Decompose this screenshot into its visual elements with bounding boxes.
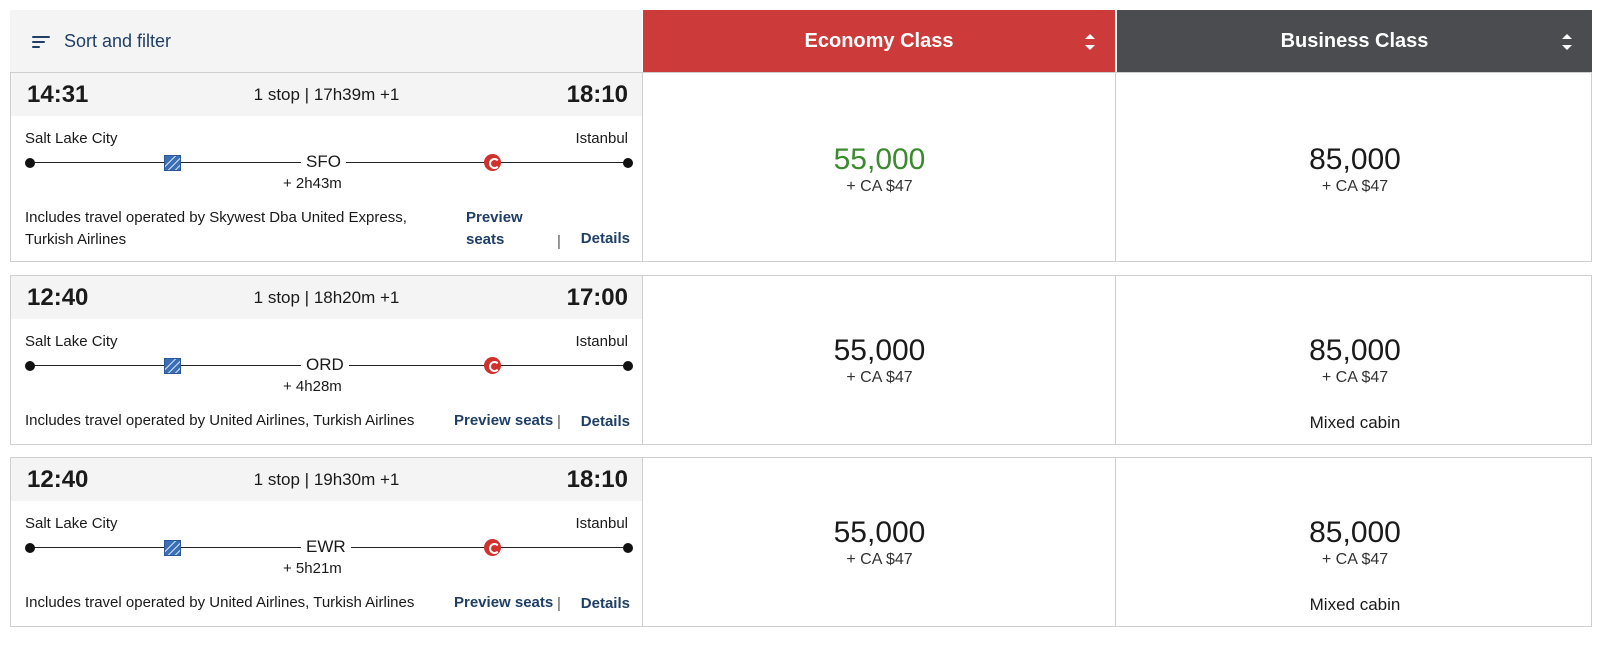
economy-price-cell[interactable]: 55,000 + CA $47: [644, 276, 1116, 444]
layover-duration: + 4h28m: [283, 378, 342, 395]
economy-miles: 55,000: [833, 516, 926, 549]
layover-duration: + 5h21m: [283, 560, 342, 577]
details-link[interactable]: Details: [581, 230, 630, 247]
flight-summary: 1 stop | 17h39m +1: [253, 85, 400, 104]
economy-class-column-header[interactable]: Economy Class: [643, 10, 1115, 73]
origin-city: Salt Lake City: [25, 333, 118, 350]
flight-time-bar: 1 stop | 18h20m +1 12:40 17:00: [11, 276, 642, 319]
flight-info: 1 stop | 19h30m +1 12:40 18:10 Salt Lake…: [11, 458, 643, 626]
sort-and-filter-button[interactable]: Sort and filter: [10, 10, 642, 73]
link-separator: |: [557, 233, 561, 250]
economy-tax: + CA $47: [846, 369, 913, 386]
flight-info: 1 stop | 18h20m +1 12:40 17:00 Salt Lake…: [11, 276, 643, 444]
united-airlines-logo-icon: [164, 358, 181, 374]
sort-arrows-icon[interactable]: [1085, 34, 1095, 50]
results-header: Sort and filter Economy Class Business C…: [10, 10, 1592, 73]
economy-miles: 55,000: [833, 334, 926, 367]
connection-airport: EWR: [301, 537, 351, 557]
united-airlines-logo-icon: [164, 540, 181, 556]
turkish-airlines-logo-icon: [484, 357, 501, 374]
business-tax: + CA $47: [1321, 369, 1389, 386]
business-price-cell[interactable]: 85,000 + CA $47 Mixed cabin: [1118, 276, 1592, 444]
flight-time-bar: 1 stop | 17h39m +1 14:31 18:10: [11, 73, 642, 116]
flight-row: 1 stop | 17h39m +1 14:31 18:10 Salt Lake…: [10, 72, 1592, 262]
flight-time-bar: 1 stop | 19h30m +1 12:40 18:10: [11, 458, 642, 501]
destination-dot-icon: [623, 543, 633, 553]
economy-price-cell[interactable]: 55,000 + CA $47: [644, 73, 1116, 261]
turkish-airlines-logo-icon: [484, 154, 501, 171]
arrival-time: 18:10: [566, 466, 628, 493]
flight-summary: 1 stop | 19h30m +1: [253, 470, 400, 489]
link-separator: |: [557, 413, 561, 430]
origin-dot-icon: [25, 158, 35, 168]
business-miles: 85,000: [1309, 516, 1401, 549]
business-miles: 85,000: [1309, 143, 1401, 176]
mixed-cabin-note: Mixed cabin: [1309, 595, 1401, 614]
origin-city: Salt Lake City: [25, 130, 118, 147]
preview-seats-link[interactable]: Preview seats: [454, 592, 553, 614]
operated-by-text: Includes travel operated by United Airli…: [25, 412, 415, 429]
departure-time: 14:31: [27, 81, 89, 108]
route-line: EWR: [25, 537, 633, 558]
route-line: SFO: [25, 152, 633, 173]
destination-city: Istanbul: [575, 515, 628, 532]
preview-seats-link[interactable]: Preview seats: [454, 410, 553, 432]
sort-arrows-icon[interactable]: [1562, 34, 1572, 50]
flight-row: 1 stop | 19h30m +1 12:40 18:10 Salt Lake…: [10, 457, 1592, 627]
origin-dot-icon: [25, 543, 35, 553]
departure-time: 12:40: [27, 284, 89, 311]
route-line: ORD: [25, 355, 633, 376]
origin-city: Salt Lake City: [25, 515, 118, 532]
destination-dot-icon: [623, 361, 633, 371]
connection-airport: SFO: [301, 152, 346, 172]
business-tax: + CA $47: [1321, 178, 1389, 195]
mixed-cabin-note: Mixed cabin: [1309, 413, 1401, 432]
details-link[interactable]: Details: [581, 595, 630, 612]
details-link[interactable]: Details: [581, 413, 630, 430]
flight-row: 1 stop | 18h20m +1 12:40 17:00 Salt Lake…: [10, 275, 1592, 445]
flight-info: 1 stop | 17h39m +1 14:31 18:10 Salt Lake…: [11, 73, 643, 261]
flight-summary: 1 stop | 18h20m +1: [253, 288, 400, 307]
layover-duration: + 2h43m: [283, 175, 342, 192]
departure-time: 12:40: [27, 466, 89, 493]
business-price-cell[interactable]: 85,000 + CA $47 Mixed cabin: [1118, 458, 1592, 626]
business-tax: + CA $47: [1321, 551, 1389, 568]
destination-city: Istanbul: [575, 130, 628, 147]
origin-dot-icon: [25, 361, 35, 371]
arrival-time: 18:10: [566, 81, 628, 108]
turkish-airlines-logo-icon: [484, 539, 501, 556]
business-class-label: Business Class: [1280, 30, 1429, 52]
operated-by-text: Includes travel operated by United Airli…: [25, 594, 415, 611]
sort-and-filter-label: Sort and filter: [64, 31, 172, 51]
business-price-cell[interactable]: 85,000 + CA $47: [1118, 73, 1592, 261]
sort-filter-icon: [32, 35, 50, 49]
economy-price-cell[interactable]: 55,000 + CA $47: [644, 458, 1116, 626]
economy-tax: + CA $47: [846, 551, 913, 568]
connection-airport: ORD: [301, 355, 349, 375]
link-separator: |: [557, 595, 561, 612]
arrival-time: 17:00: [566, 284, 628, 311]
business-class-column-header[interactable]: Business Class: [1117, 10, 1592, 73]
destination-city: Istanbul: [575, 333, 628, 350]
destination-dot-icon: [623, 158, 633, 168]
operated-by-text: Includes travel operated by Skywest Dba …: [25, 209, 407, 248]
preview-seats-link[interactable]: Preview seats: [466, 207, 523, 251]
economy-class-label: Economy Class: [804, 30, 954, 52]
united-airlines-logo-icon: [164, 155, 181, 171]
economy-miles: 55,000: [833, 143, 926, 176]
business-miles: 85,000: [1309, 334, 1401, 367]
economy-tax: + CA $47: [846, 178, 913, 195]
